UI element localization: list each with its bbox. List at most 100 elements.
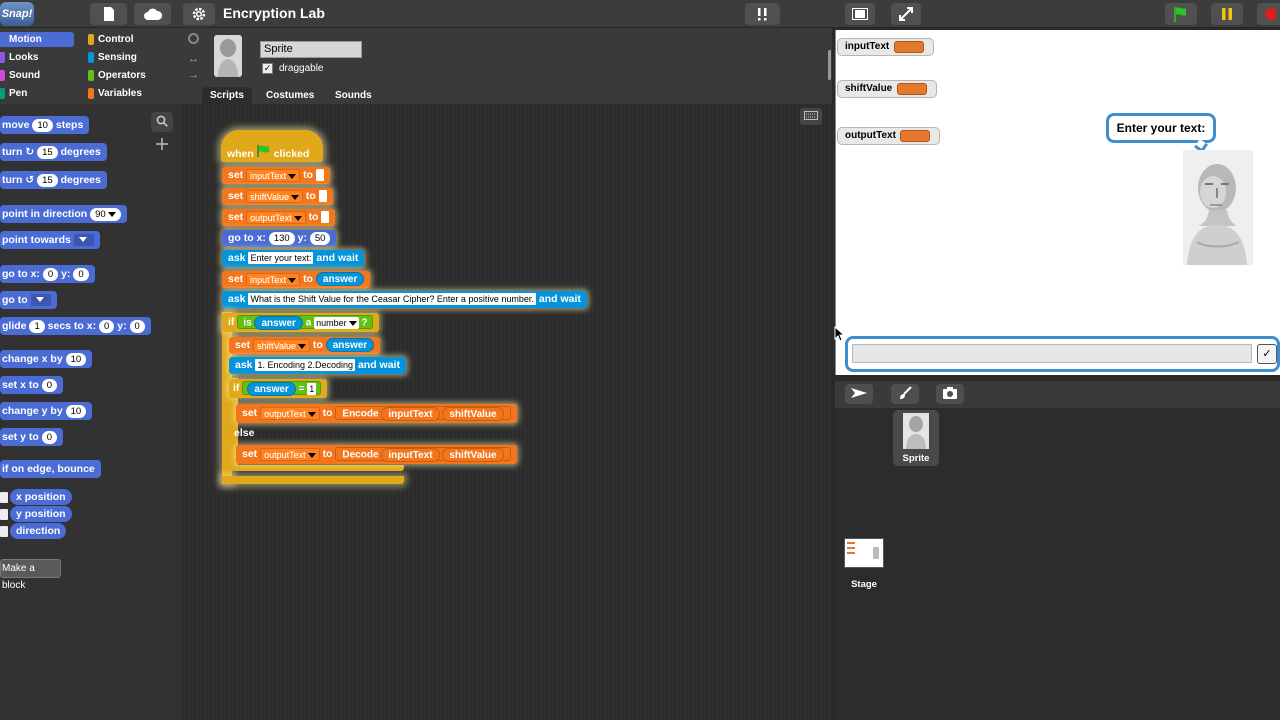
decode-reporter[interactable]: Decode inputText shiftValue (335, 447, 511, 463)
hat-block-green-flag[interactable]: when clicked (221, 130, 323, 162)
encode-reporter[interactable]: Encode inputText shiftValue (335, 406, 511, 422)
block-ask-shift-value[interactable]: ask What is the Shift Value for the Ceas… (222, 291, 587, 308)
settings-button[interactable] (183, 3, 215, 25)
input-slot[interactable]: 50 (309, 231, 331, 245)
category-variables[interactable]: Variables (88, 86, 163, 101)
cloud-button[interactable] (134, 3, 171, 25)
inputtext-reporter[interactable]: inputText (381, 407, 440, 422)
category-control[interactable]: Control (88, 32, 163, 47)
snap-logo[interactable]: Snap! (0, 2, 34, 26)
tab-sounds[interactable]: Sounds (327, 87, 380, 104)
scripts-scrollbar[interactable] (828, 50, 831, 80)
input-slot[interactable]: 0 (41, 430, 57, 444)
input-slot[interactable]: 90 (90, 207, 121, 221)
block-set-shiftvalue-empty[interactable]: set shiftValue to (222, 188, 333, 205)
block-set-output-decode[interactable]: set outputText to Decode inputText shift… (236, 445, 517, 464)
block-if-is-number[interactable]: if is answer a number ? (222, 313, 380, 332)
category-motion[interactable]: Motion (0, 32, 74, 47)
variable-dropdown[interactable]: shiftValue (253, 338, 310, 352)
input-slot[interactable]: 15 (37, 145, 58, 159)
caesar-sprite[interactable] (1183, 150, 1253, 265)
camera-sprite-button[interactable] (936, 384, 964, 404)
sprite-name-field[interactable]: Sprite (260, 41, 362, 58)
shiftvalue-reporter[interactable]: shiftValue (442, 407, 504, 422)
paint-new-sprite-button[interactable] (891, 384, 919, 404)
shiftvalue-reporter[interactable]: shiftValue (442, 448, 504, 463)
block-set-shiftvalue-answer[interactable]: set shiftValue to answer (229, 337, 381, 354)
input-slot[interactable]: 0 (42, 267, 59, 281)
input-slot[interactable]: 0 (129, 319, 145, 333)
variable-dropdown[interactable]: shiftValue (246, 189, 303, 203)
block-point-towards[interactable]: point towards (0, 231, 100, 249)
input-slot[interactable]: Enter your text: (248, 252, 314, 265)
input-slot[interactable]: What is the Shift Value for the Ceasar C… (248, 293, 536, 306)
reporter-x-position[interactable]: x position (10, 489, 72, 505)
palette-search-button[interactable] (151, 112, 173, 132)
dropdown-slot[interactable] (30, 294, 51, 307)
block-set-outputtext-empty[interactable]: set outputText to (222, 209, 336, 226)
block-go-to[interactable]: go to (0, 291, 57, 309)
keyboard-entry-button[interactable] (800, 108, 822, 125)
block-bounce[interactable]: if on edge, bounce (0, 460, 101, 478)
answer-reporter[interactable]: answer (325, 338, 375, 353)
block-set-y[interactable]: set y to 0 (0, 428, 63, 446)
category-operators[interactable]: Operators (88, 68, 163, 83)
block-turn-counterclockwise[interactable]: turn ↺ 15 degrees (0, 171, 107, 189)
input-slot[interactable] (315, 169, 324, 182)
corral-sprite-item[interactable]: Sprite (893, 410, 939, 466)
x-position-checkbox[interactable] (0, 492, 8, 503)
category-sensing[interactable]: Sensing (88, 50, 163, 65)
rotation-style-any-icon[interactable] (188, 33, 199, 44)
input-slot[interactable]: 0 (99, 319, 115, 333)
direction-checkbox[interactable] (0, 526, 8, 537)
tab-costumes[interactable]: Costumes (258, 87, 322, 104)
block-set-output-encode[interactable]: set outputText to Encode inputText shift… (236, 404, 517, 423)
block-ask-encode-decode[interactable]: ask 1. Encoding 2.Decoding and wait (229, 357, 406, 374)
input-slot[interactable]: 10 (32, 118, 53, 132)
equals-predicate[interactable]: answer = 1 (242, 381, 322, 397)
add-turtle-sprite-button[interactable] (845, 384, 873, 404)
reporter-direction[interactable]: direction (10, 523, 67, 539)
stage-size-button[interactable] (845, 3, 875, 25)
draggable-checkbox[interactable]: ✓ (262, 63, 273, 74)
block-move-steps[interactable]: move 10 steps (0, 116, 90, 134)
y-position-checkbox[interactable] (0, 509, 8, 520)
dropdown-slot[interactable] (73, 234, 94, 247)
input-slot[interactable]: 1 (307, 383, 317, 396)
variable-dropdown[interactable]: outputText (260, 406, 320, 420)
variable-dropdown[interactable]: inputText (246, 168, 301, 182)
answer-reporter[interactable]: answer (254, 316, 303, 331)
variable-dropdown[interactable]: inputText (246, 272, 301, 286)
input-slot[interactable]: 0 (41, 378, 57, 392)
ask-submit-button[interactable]: ✓ (1257, 344, 1277, 364)
block-point-in-direction[interactable]: point in direction 90 (0, 205, 127, 223)
block-glide[interactable]: glide 1 secs to x: 0 y: 0 (0, 317, 151, 335)
rotation-style-lr-icon[interactable]: ↔ (188, 53, 199, 65)
block-if-answer-equals[interactable]: if answer = 1 (229, 379, 328, 398)
answer-reporter[interactable]: answer (315, 272, 365, 287)
variable-dropdown[interactable]: outputText (260, 447, 320, 461)
input-slot[interactable]: 0 (73, 267, 89, 281)
category-pen[interactable]: Pen (0, 86, 74, 101)
rotation-style-none-icon[interactable]: → (188, 69, 199, 81)
type-dropdown[interactable]: number (314, 317, 359, 330)
block-set-inputtext-empty[interactable]: set inputText to (222, 167, 330, 184)
pause-button[interactable] (1211, 3, 1243, 25)
add-block-button[interactable] (151, 135, 173, 155)
stage-thumbnail[interactable] (844, 538, 884, 568)
input-slot[interactable]: 10 (65, 352, 87, 366)
fullscreen-button[interactable] (891, 3, 921, 25)
block-ask-enter-text[interactable]: ask Enter your text: and wait (222, 250, 365, 267)
answer-reporter[interactable]: answer (247, 382, 296, 397)
input-slot[interactable]: 1 (29, 319, 45, 333)
block-set-x[interactable]: set x to 0 (0, 376, 63, 394)
block-go-to-xy[interactable]: go to x: 0 y: 0 (0, 265, 95, 283)
input-slot[interactable]: 10 (65, 404, 87, 418)
unsaved-changes-button[interactable] (745, 3, 780, 25)
input-slot[interactable]: 15 (37, 173, 58, 187)
category-looks[interactable]: Looks (0, 50, 74, 65)
input-slot[interactable]: 1. Encoding 2.Decoding (255, 359, 356, 372)
file-button[interactable] (90, 3, 127, 25)
make-a-block-button[interactable]: Make a block (0, 559, 61, 591)
ask-answer-input[interactable] (852, 344, 1252, 363)
